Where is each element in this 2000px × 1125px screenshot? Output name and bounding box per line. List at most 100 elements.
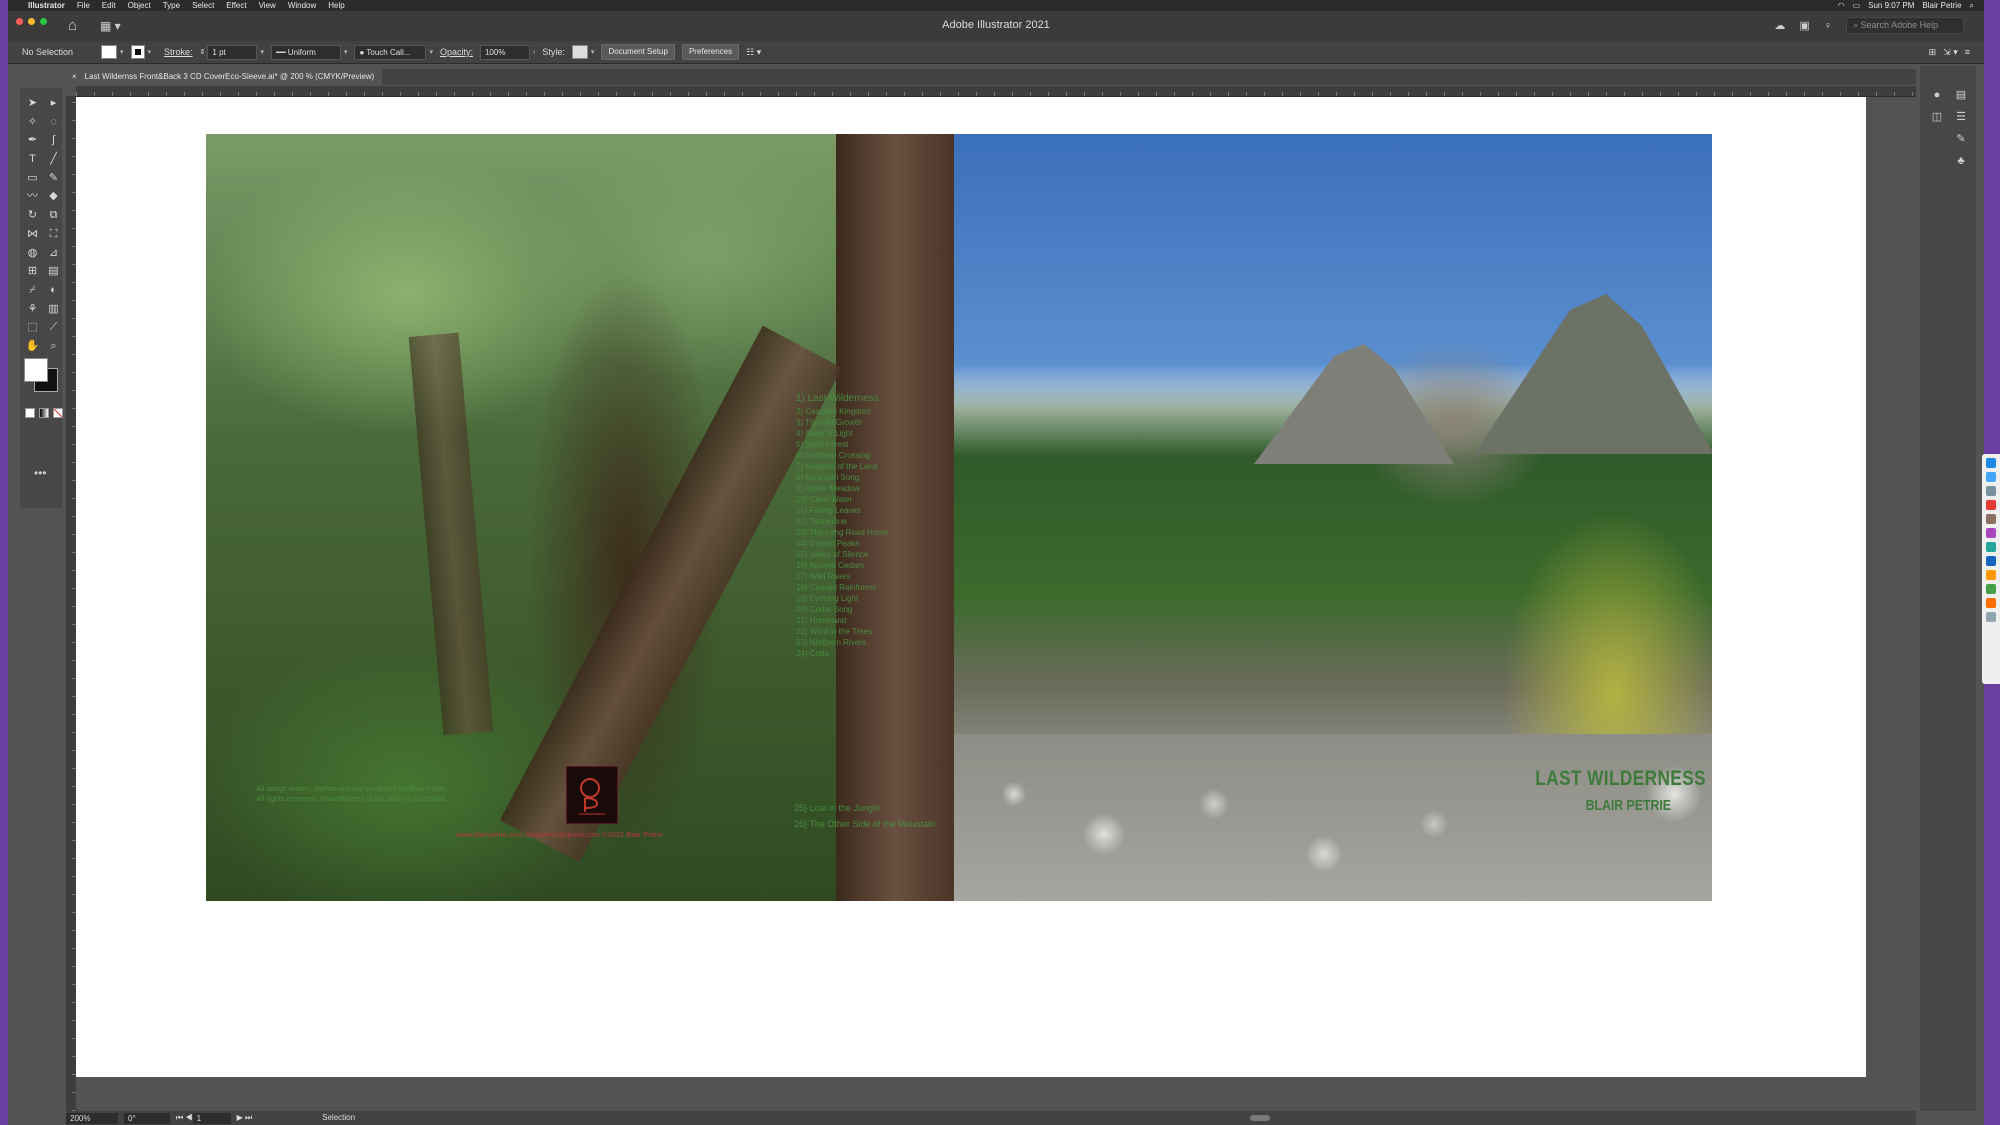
app-icon[interactable] xyxy=(1986,472,1996,482)
magic-wand-tool-icon[interactable]: ✧ xyxy=(24,113,41,132)
appearance-panel-icon[interactable]: ◫ xyxy=(1926,106,1948,128)
brush-control[interactable]: ● Touch Call... ▾ xyxy=(354,44,433,60)
album-artist[interactable]: BLAIR PETRIE xyxy=(1290,797,1671,814)
artboard-nav-icon[interactable]: ▶ ⏭ xyxy=(237,1111,253,1125)
app-icon[interactable] xyxy=(1986,514,1996,524)
menubar-clock[interactable]: Sun 9:07 PM xyxy=(1868,0,1914,11)
app-icon[interactable] xyxy=(1986,570,1996,580)
app-icon[interactable] xyxy=(1986,612,1996,622)
document-setup-button[interactable]: Document Setup xyxy=(601,44,675,60)
perspective-grid-tool-icon[interactable]: ⊿ xyxy=(45,244,62,263)
stroke-weight-control[interactable]: ⇕ 1 pt ▾ xyxy=(200,44,264,60)
chevron-down-icon[interactable]: ▾ xyxy=(148,48,152,56)
search-help-input[interactable]: ⌕ Search Adobe Help xyxy=(1846,17,1964,34)
app-icon[interactable] xyxy=(1986,556,1996,566)
color-mode-icon[interactable] xyxy=(25,408,35,418)
menubar-user[interactable]: Blair Petrie xyxy=(1922,0,1961,11)
menu-illustrator[interactable]: Illustrator xyxy=(22,0,71,11)
paintbrush-tool-icon[interactable]: ✎ xyxy=(45,169,62,188)
eyedropper-tool-icon[interactable]: ⌿ xyxy=(24,281,41,300)
stroke-weight-field[interactable]: 1 pt xyxy=(207,44,258,60)
app-icon[interactable] xyxy=(1986,486,1996,496)
fill-color-swatch[interactable] xyxy=(24,358,48,382)
slice-tool-icon[interactable]: ⟋ xyxy=(45,318,62,337)
document-tab[interactable]: × Last Wildernss Front&Back 3 CD CoverEc… xyxy=(68,69,383,85)
layers-panel-icon[interactable]: ☰ xyxy=(1950,106,1972,128)
brush-field[interactable]: ● Touch Call... xyxy=(354,44,427,60)
direct-selection-tool-icon[interactable]: ▸ xyxy=(45,94,62,113)
style-control[interactable]: ▾ xyxy=(571,45,595,59)
scale-tool-icon[interactable]: ⧉ xyxy=(45,206,62,225)
brushes-panel-icon[interactable]: ✎ xyxy=(1950,128,1972,150)
menu-type[interactable]: Type xyxy=(157,0,186,11)
chevron-down-icon[interactable]: ▾ xyxy=(120,48,124,56)
artboard-number-field[interactable]: 1 xyxy=(192,1112,231,1124)
menu-select[interactable]: Select xyxy=(186,0,220,11)
stroke-swatch[interactable] xyxy=(130,45,145,59)
free-transform-tool-icon[interactable]: ⛶ xyxy=(45,225,62,244)
none-mode-icon[interactable] xyxy=(53,408,63,418)
more-tools-icon[interactable]: ••• xyxy=(34,466,47,480)
shape-builder-tool-icon[interactable]: ◍ xyxy=(24,244,41,263)
horizontal-ruler[interactable] xyxy=(76,86,1916,97)
color-panel-icon[interactable]: ● xyxy=(1926,84,1948,106)
back-cover-photo[interactable]: 1) Last Wilderness 2) Cascade Kingdom 3)… xyxy=(206,134,954,901)
app-icon[interactable] xyxy=(1986,528,1996,538)
stroke-color-control[interactable]: ▾ xyxy=(130,45,152,59)
blend-tool-icon[interactable]: ◐ xyxy=(45,281,62,300)
symbol-sprayer-tool-icon[interactable]: ⚘ xyxy=(24,300,41,319)
line-tool-icon[interactable]: ╱ xyxy=(45,150,62,169)
mesh-tool-icon[interactable]: ⊞ xyxy=(24,262,41,281)
zoom-tool-icon[interactable]: ⌕ xyxy=(45,337,62,356)
chevron-down-icon[interactable]: ▾ xyxy=(429,48,433,56)
transform-icon[interactable]: ⇲ ▾ xyxy=(1943,47,1958,58)
gradient-mode-icon[interactable] xyxy=(39,408,49,418)
current-tool-status[interactable]: Selection xyxy=(322,1111,355,1125)
chevron-right-icon[interactable]: › xyxy=(533,49,535,56)
discover-icon[interactable]: ♀ xyxy=(1824,20,1832,32)
menu-effect[interactable]: Effect xyxy=(220,0,252,11)
app-icon[interactable] xyxy=(1986,458,1996,468)
column-graph-tool-icon[interactable]: ▥ xyxy=(45,300,62,319)
selection-tool-icon[interactable]: ➤ xyxy=(24,94,41,113)
artboard-nav-icon[interactable]: ⏮ ◀ xyxy=(176,1111,193,1125)
panel-menu-icon[interactable]: ≡ xyxy=(1965,47,1970,57)
chevron-down-icon[interactable]: ▾ xyxy=(260,48,264,56)
opacity-control[interactable]: 100% › xyxy=(479,44,535,60)
hand-tool-icon[interactable]: ✋ xyxy=(24,337,41,356)
artboard-tool-icon[interactable]: ⬚ xyxy=(24,318,41,337)
properties-panel-icon[interactable]: ▤ xyxy=(1950,84,1972,106)
app-icon[interactable] xyxy=(1986,584,1996,594)
gradient-tool-icon[interactable]: ▤ xyxy=(45,262,62,281)
align-icon[interactable]: ⊞ xyxy=(1929,47,1937,58)
rectangle-tool-icon[interactable]: ▭ xyxy=(24,169,41,188)
close-tab-icon[interactable]: × xyxy=(72,69,77,85)
opacity-field[interactable]: 100% xyxy=(479,44,530,60)
menu-view[interactable]: View xyxy=(253,0,282,11)
opacity-label[interactable]: Opacity: xyxy=(440,47,473,57)
type-tool-icon[interactable]: T xyxy=(24,150,41,169)
stroke-profile-control[interactable]: ━━ Uniform ▾ xyxy=(270,44,347,60)
menu-object[interactable]: Object xyxy=(122,0,157,11)
menu-file[interactable]: File xyxy=(71,0,96,11)
arrange-icon[interactable]: ☷ ▾ xyxy=(746,47,761,58)
horizontal-scrollbar-thumb[interactable] xyxy=(1250,1115,1270,1121)
canvas-area[interactable]: 1) Last Wilderness 2) Cascade Kingdom 3)… xyxy=(76,97,1916,1109)
fill-swatch[interactable] xyxy=(101,45,117,59)
chevron-down-icon[interactable]: ▾ xyxy=(591,48,595,56)
menu-window[interactable]: Window xyxy=(282,0,322,11)
menu-help[interactable]: Help xyxy=(322,0,350,11)
arrange-documents-icon[interactable]: ▣ xyxy=(1799,19,1809,32)
stroke-profile-field[interactable]: ━━ Uniform xyxy=(270,44,341,60)
spotlight-icon[interactable]: ⌕ xyxy=(1970,0,1974,11)
artboard[interactable]: 1) Last Wilderness 2) Cascade Kingdom 3)… xyxy=(76,97,1866,1077)
cloud-icon[interactable]: ☁ xyxy=(1774,19,1785,32)
app-icon[interactable] xyxy=(1986,500,1996,510)
width-tool-icon[interactable]: ⋈ xyxy=(24,225,41,244)
preferences-button[interactable]: Preferences xyxy=(681,44,740,60)
cd-cover-artwork[interactable]: 1) Last Wilderness 2) Cascade Kingdom 3)… xyxy=(206,134,1712,901)
zoom-level-field[interactable]: 200% xyxy=(66,1112,118,1124)
lasso-tool-icon[interactable]: ◌ xyxy=(45,113,62,132)
album-title[interactable]: LAST WILDERNESS xyxy=(1296,767,1706,791)
symbols-panel-icon[interactable]: ♣ xyxy=(1950,150,1972,172)
